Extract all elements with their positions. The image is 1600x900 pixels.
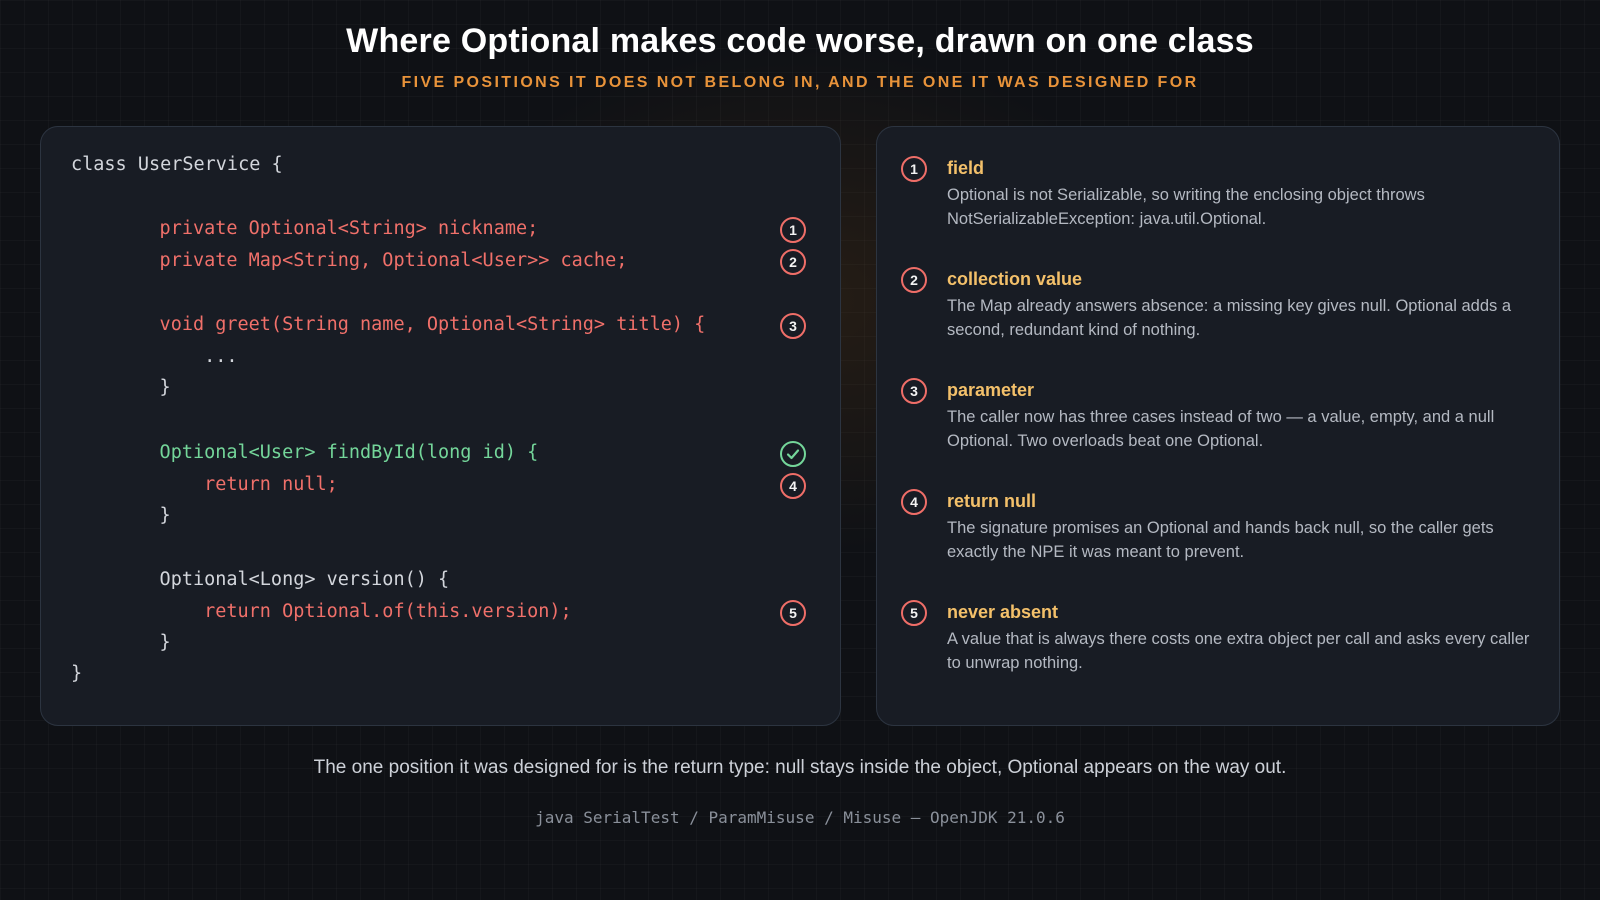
check-icon-glyph	[786, 449, 800, 460]
code-line-version-signature: Optional<Long> version() {	[115, 569, 450, 590]
marker-5: 5	[780, 600, 806, 626]
note-body: The caller now has three cases instead o…	[947, 408, 1495, 450]
code-line-greet-body: ...	[115, 346, 238, 367]
note-marker-3: 3	[901, 378, 927, 404]
note-title: never absent	[947, 602, 1059, 622]
note-marker-1: 1	[901, 156, 927, 182]
summary-text: The one position it was designed for is …	[313, 757, 1287, 778]
note-marker-5: 5	[901, 600, 927, 626]
note-marker-2: 2	[901, 267, 927, 293]
note-title: parameter	[947, 380, 1035, 400]
code-line-greet-close: }	[115, 377, 171, 398]
note-title: return null	[947, 491, 1036, 511]
note-title: field	[947, 158, 985, 178]
code-line-field: private Optional<String> nickname;	[115, 218, 539, 239]
marker-4: 4	[780, 473, 806, 499]
marker-3: 3	[780, 313, 806, 339]
note-title: collection value	[947, 269, 1083, 289]
notes-panel: 1 field Optional is not Serializable, so…	[876, 126, 1560, 726]
note-body: A value that is always there costs one e…	[947, 630, 1530, 672]
note-body: The signature promises an Optional and h…	[947, 519, 1494, 561]
footer-command: java SerialTest / ParamMisuse / Misuse —…	[535, 808, 1065, 827]
code-line-map-field: private Map<String, Optional<User>> cach…	[115, 250, 628, 271]
code-line-findbyid-signature: Optional<User> findById(long id) {	[115, 442, 539, 463]
code-line-findbyid-close: }	[115, 505, 171, 526]
note-body: Optional is not Serializable, so writing…	[947, 186, 1425, 228]
code-line-version-close: }	[115, 632, 171, 653]
code-line-return-null: return null;	[115, 474, 338, 495]
marker-2: 2	[780, 249, 806, 275]
code-line-version-return: return Optional.of(this.version);	[115, 601, 572, 622]
code-panel: class UserService { private Optional<Str…	[40, 126, 841, 726]
note-marker-4: 4	[901, 489, 927, 515]
code-line-class-close: }	[71, 663, 83, 684]
code-line-class-decl: class UserService {	[71, 154, 283, 175]
marker-1: 1	[780, 217, 806, 243]
page-subtitle: FIVE POSITIONS IT DOES NOT BELONG IN, AN…	[401, 74, 1199, 91]
check-icon	[780, 441, 806, 467]
page-title: Where Optional makes code worse, drawn o…	[346, 22, 1254, 60]
code-line-greet-signature: void greet(String name, Optional<String>…	[115, 314, 706, 335]
note-body: The Map already answers absence: a missi…	[947, 297, 1512, 339]
